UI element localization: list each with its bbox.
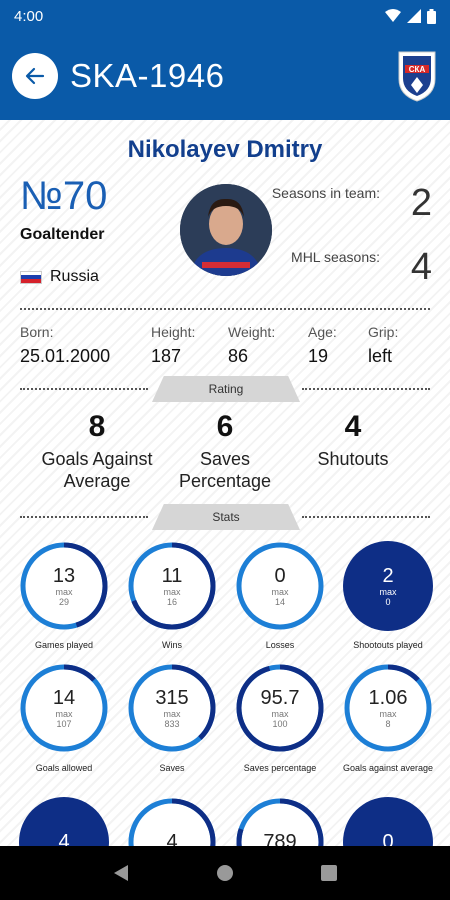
stat-circle: 4 [18, 796, 110, 846]
stat-label: Saves percentage [243, 763, 317, 773]
stat-value: 315 [155, 687, 189, 709]
stat-max-value: 833 [164, 719, 180, 729]
stat-circle: 2 max 0 [342, 540, 434, 632]
arrow-left-icon [25, 67, 45, 85]
divider [20, 516, 148, 518]
recents-nav-icon[interactable] [320, 864, 338, 882]
stat-value: 0 [274, 565, 286, 587]
stat-max-value: 100 [272, 719, 288, 729]
battery-icon [427, 8, 436, 24]
stat-max-label: max [271, 709, 289, 719]
weight-value: 86 [228, 346, 249, 366]
age-label: Age: [308, 324, 337, 340]
age-value: 19 [308, 346, 329, 366]
stat-max-label: max [379, 587, 397, 597]
player-country: Russia [20, 268, 99, 286]
navigation-bar [0, 846, 450, 900]
stat-circle: 95.7 max 100 [234, 662, 326, 754]
stat-circle: 789 [234, 796, 326, 846]
stat-max-label: max [379, 709, 397, 719]
stat-value: 95.7 [260, 687, 300, 709]
stat-label: Goals against average [342, 763, 434, 773]
stat-max-value: 8 [385, 719, 391, 729]
stat-value: 11 [161, 565, 183, 587]
player-position: Goaltender [20, 226, 105, 243]
cell-signal-icon [407, 9, 421, 23]
app-bar: SKA-1946 СКА [0, 32, 450, 120]
rating-label: Percentage [178, 471, 272, 491]
player-number: №70 [20, 174, 108, 218]
stat-max-value: 16 [166, 597, 177, 607]
stat-value: 4 [58, 831, 70, 846]
russia-flag-icon [20, 270, 42, 284]
seasons-in-team-value: 2 [410, 182, 432, 224]
stat-circle: 4 [126, 796, 218, 846]
club-logo-text: СКА [409, 65, 426, 74]
divider [20, 388, 148, 390]
status-time: 4:00 [14, 7, 44, 25]
home-nav-icon[interactable] [215, 863, 235, 883]
wifi-icon [385, 9, 401, 22]
stat-circle: 0 max 14 [234, 540, 326, 632]
rating-value: 4 [344, 410, 362, 443]
height-value: 187 [151, 346, 182, 366]
mhl-seasons-value: 4 [410, 246, 432, 288]
stat-max-value: 14 [274, 597, 285, 607]
back-button[interactable] [12, 53, 58, 99]
stat-value: 13 [52, 565, 76, 587]
seasons-in-team-label: Seasons in team: [271, 185, 380, 201]
grip-value: left [368, 346, 393, 366]
stat-max-label: max [55, 587, 73, 597]
stat-circle: 14 max 107 [18, 662, 110, 754]
weight-label: Weight: [228, 324, 276, 340]
stat-value: 0 [382, 831, 394, 846]
stat-max-label: max [55, 709, 73, 719]
stat-max-value: 0 [385, 597, 391, 607]
stat-max-value: 107 [56, 719, 72, 729]
stat-value: 14 [52, 687, 76, 709]
stat-value: 789 [263, 831, 297, 846]
stat-value: 2 [382, 565, 394, 587]
back-nav-icon[interactable] [112, 863, 130, 883]
stat-max-value: 29 [58, 597, 69, 607]
born-value: 25.01.2000 [20, 346, 111, 366]
mhl-seasons-label: MHL seasons: [291, 249, 380, 265]
height-label: Height: [151, 324, 196, 340]
country-label: Russia [50, 268, 99, 285]
stat-label: Goals allowed [35, 763, 93, 773]
stat-max-label: max [163, 587, 181, 597]
stat-circle: 11 max 16 [126, 540, 218, 632]
stat-label: Losses [265, 640, 295, 650]
stat-label: Games played [34, 640, 94, 650]
stat-circle: 0 [342, 796, 434, 846]
stat-circle: 13 max 29 [18, 540, 110, 632]
rating-shutouts: 4 Shutouts [278, 410, 428, 470]
divider [302, 516, 430, 518]
stat-circle: 1.06 max 8 [342, 662, 434, 754]
stat-label: Saves [159, 763, 185, 773]
stat-label: Wins [162, 640, 182, 650]
divider [302, 388, 430, 390]
club-logo: СКА [398, 51, 436, 102]
stat-max-label: max [271, 587, 289, 597]
player-photo [180, 184, 272, 276]
stat-max-label: max [163, 709, 181, 719]
status-bar: 4:00 [0, 0, 450, 32]
rating-tab: Rating [152, 376, 300, 402]
stat-value: 1.06 [368, 687, 408, 709]
stat-value: 4 [166, 831, 178, 846]
stat-label: Shootouts played [353, 640, 423, 650]
stat-circle: 315 max 833 [126, 662, 218, 754]
divider [20, 308, 430, 310]
rating-label: Shutouts [317, 449, 389, 469]
born-label: Born: [20, 324, 54, 340]
player-profile[interactable]: Nikolayev Dmitry №70 Goaltender Russia S… [0, 120, 450, 846]
player-name: Nikolayev Dmitry [127, 136, 323, 163]
grip-label: Grip: [368, 324, 399, 340]
stats-tab: Stats [152, 504, 300, 530]
app-title: SKA-1946 [70, 57, 225, 94]
